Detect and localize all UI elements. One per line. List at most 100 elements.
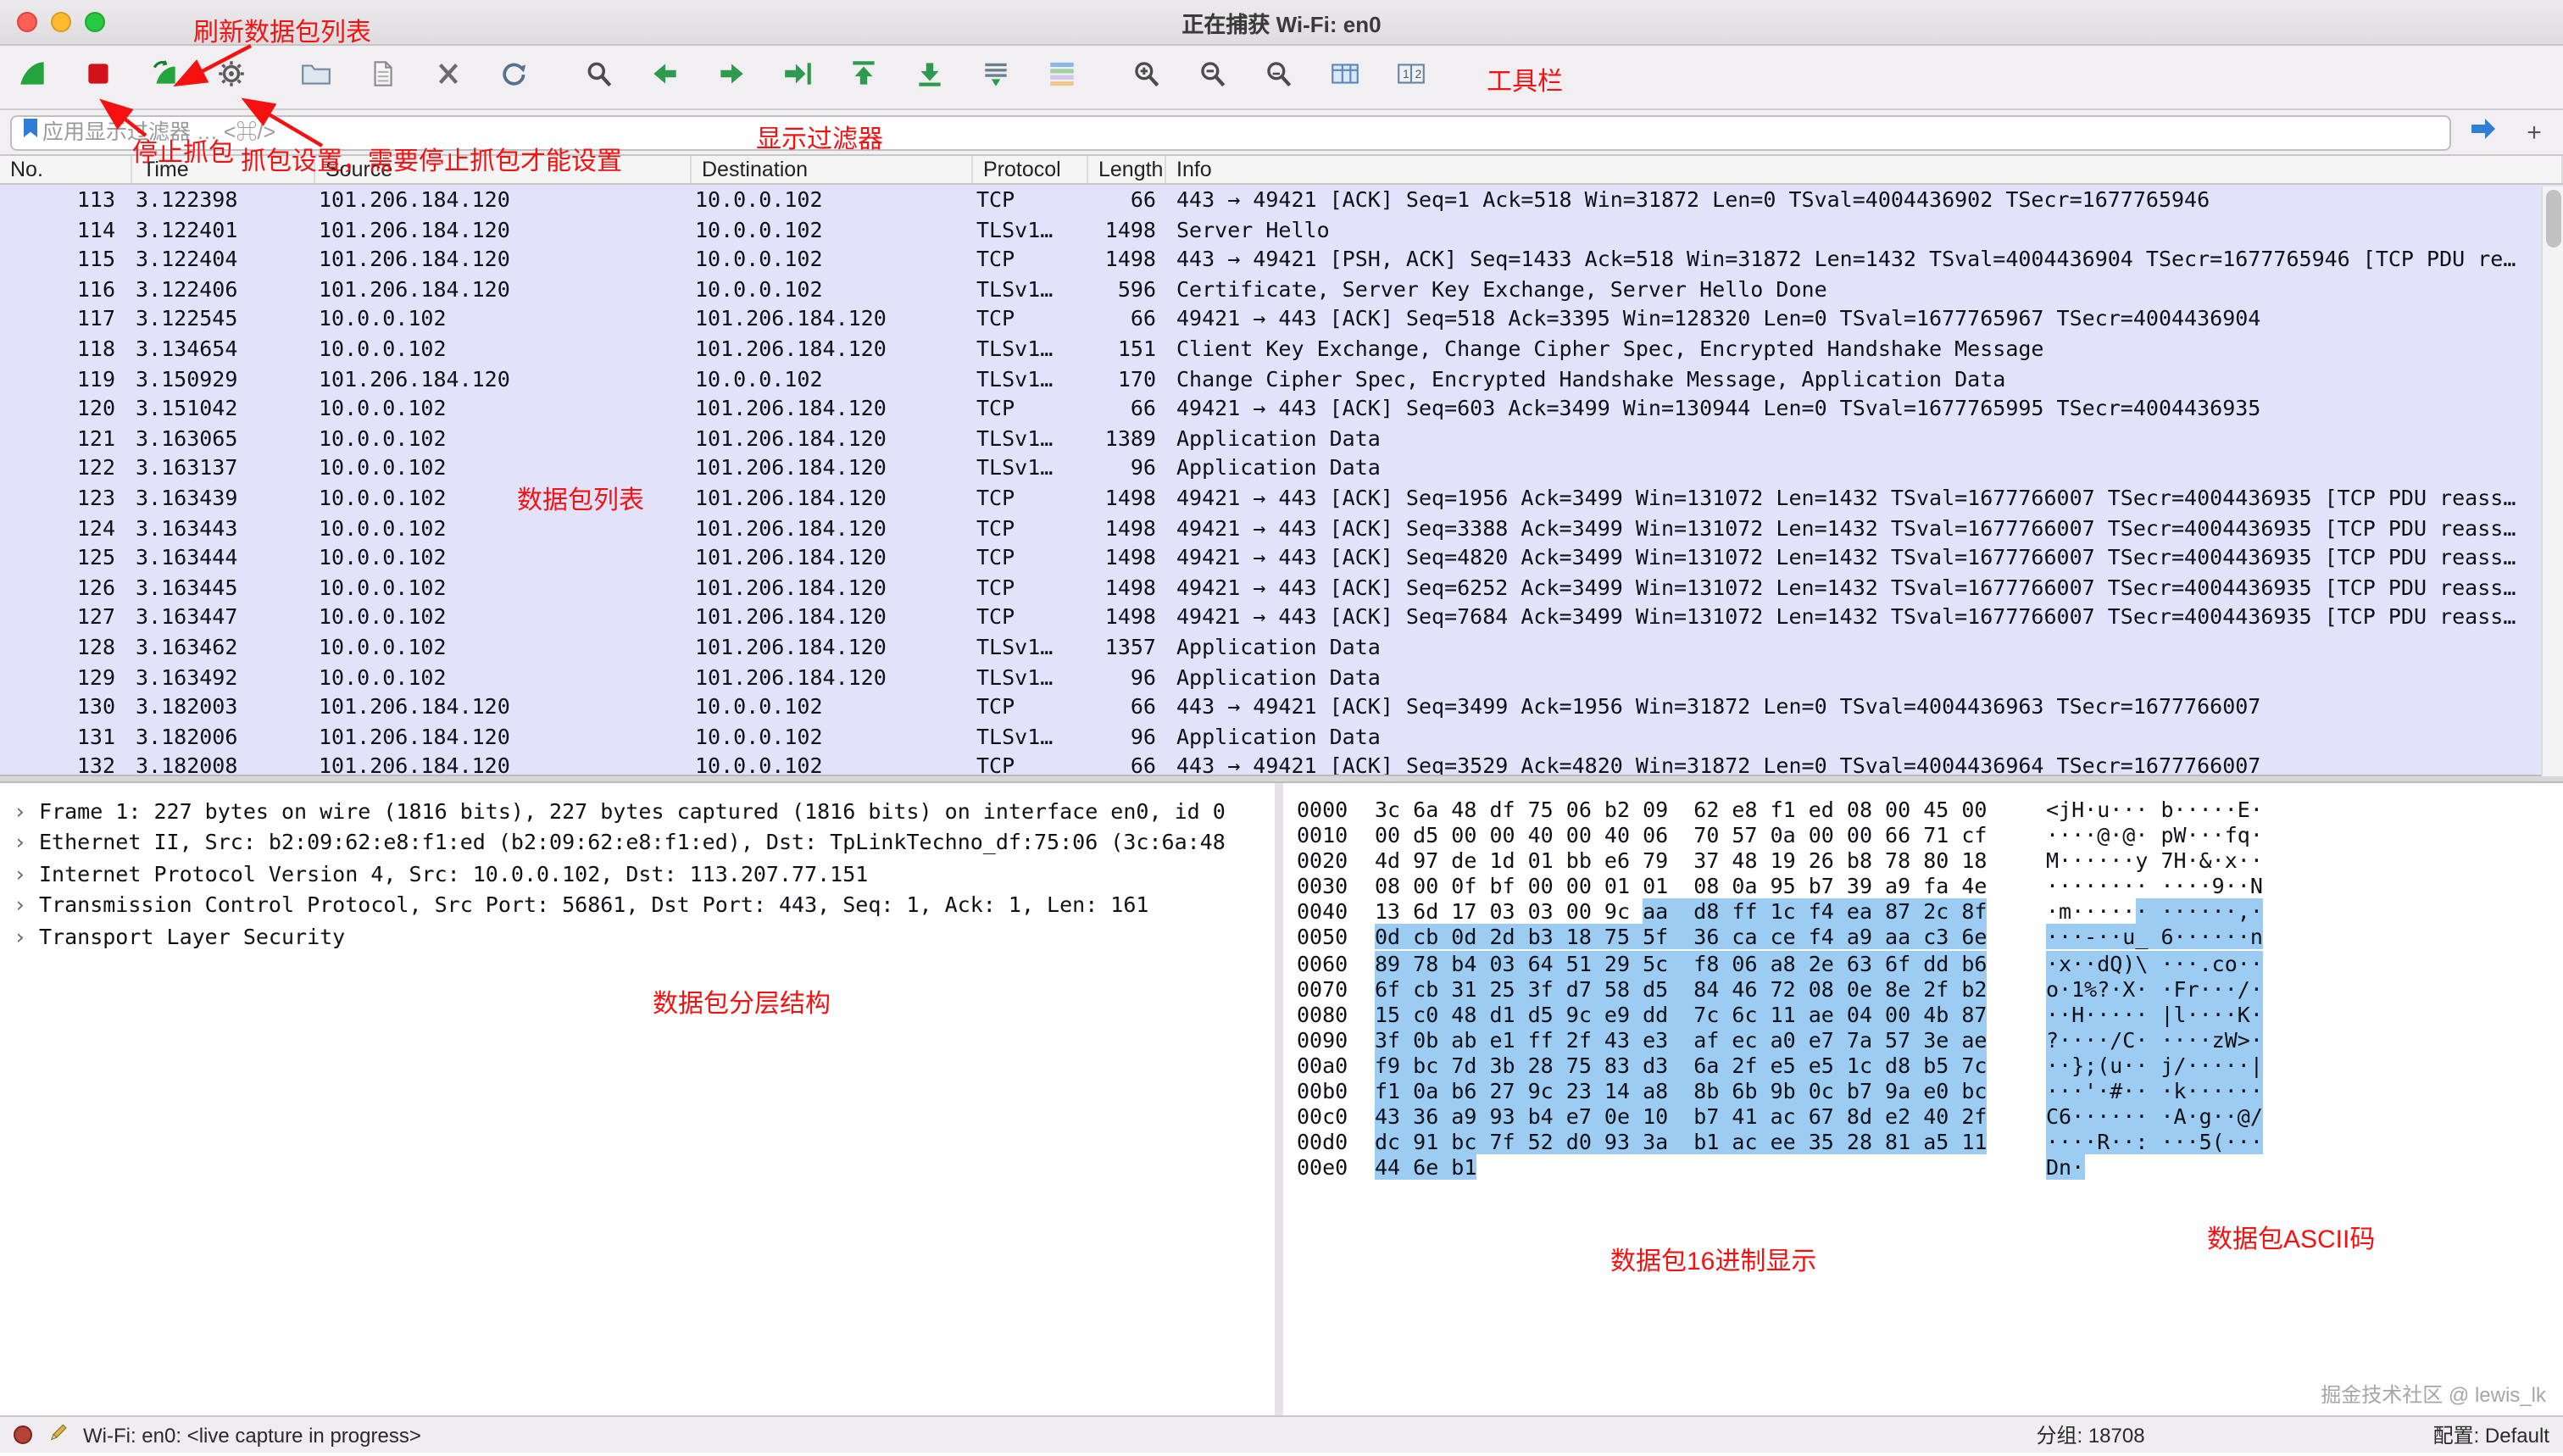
hex-selection[interactable]: 43 36 a9 93 b4 e7 0e 10 b7 41 ac 67 8d e… (1375, 1103, 1987, 1129)
chevron-right-icon[interactable]: › (14, 921, 39, 953)
packet-row[interactable]: 118 3.134654 10.0.0.102 101.206.184.120 … (0, 334, 2563, 364)
ascii-selection[interactable]: ···'·#·· ·k······ (2046, 1078, 2263, 1103)
filter-apply-button[interactable] (2461, 114, 2505, 150)
packet-row[interactable]: 130 3.182003 101.206.184.120 10.0.0.102 … (0, 692, 2563, 721)
ascii-selection[interactable]: C6······ ·A·g··@/ (2046, 1103, 2263, 1129)
find-packet-button[interactable] (573, 54, 624, 100)
go-to-packet-button[interactable] (771, 54, 822, 100)
ascii-bytes[interactable]: ··};(u·· j/·····| (2046, 1053, 2263, 1078)
zoom-100-button[interactable] (1253, 54, 1304, 100)
packet-row[interactable]: 125 3.163444 10.0.0.102 101.206.184.120 … (0, 542, 2563, 572)
hex-row[interactable]: 00d0dc 91 bc 7f 52 d0 93 3a b1 ac ee 35 … (1297, 1129, 2563, 1154)
hex-bytes[interactable]: dc 91 bc 7f 52 d0 93 3a b1 ac ee 35 28 8… (1375, 1129, 2046, 1154)
layout-button[interactable]: 12 (1385, 54, 1436, 100)
hex-row[interactable]: 00e044 6e b1Dn· (1297, 1155, 2563, 1181)
ascii-bytes[interactable]: M······y 7H·&·x·· (2046, 847, 2263, 873)
detail-tree-line[interactable]: ›Transmission Control Protocol, Src Port… (0, 890, 1275, 921)
packet-list-scrollbar[interactable] (2541, 186, 2563, 776)
capture-comment-icon[interactable] (46, 1420, 69, 1450)
display-filter-input[interactable] (42, 120, 2449, 144)
hex-bytes[interactable]: 00 d5 00 00 40 00 40 06 70 57 0a 00 00 6… (1375, 822, 2046, 847)
col-protocol[interactable]: Protocol (973, 156, 1088, 183)
packet-row[interactable]: 115 3.122404 101.206.184.120 10.0.0.102 … (0, 244, 2563, 274)
hex-row[interactable]: 00204d 97 de 1d 01 bb e6 79 37 48 19 26 … (1297, 847, 2563, 873)
ascii-bytes[interactable]: ···'·#·· ·k······ (2046, 1078, 2263, 1103)
col-destination[interactable]: Destination (692, 156, 973, 183)
ascii-bytes[interactable]: <jH·u··· b·····E· (2046, 797, 2263, 822)
ascii-selection[interactable]: o·1%?·X· ·Fr···/· (2046, 975, 2263, 1001)
col-no[interactable]: No. (0, 156, 132, 183)
status-profile[interactable]: 配置: Default (2433, 1420, 2549, 1449)
hex-selection[interactable]: 89 78 b4 03 64 51 29 5c f8 06 a8 2e 63 6… (1375, 950, 1987, 975)
packet-row[interactable]: 128 3.163462 10.0.0.102 101.206.184.120 … (0, 632, 2563, 662)
col-info[interactable]: Info (1166, 156, 2563, 183)
start-capture-button[interactable] (7, 54, 58, 100)
hex-selection[interactable]: 0d cb 0d 2d b3 18 75 5f 36 ca ce f4 a9 a… (1375, 925, 1987, 950)
pane-splitter[interactable] (0, 775, 2563, 783)
packet-row[interactable]: 124 3.163443 10.0.0.102 101.206.184.120 … (0, 513, 2563, 542)
detail-tree-line[interactable]: ›Frame 1: 227 bytes on wire (1816 bits),… (0, 797, 1275, 828)
packet-row[interactable]: 119 3.150929 101.206.184.120 10.0.0.102 … (0, 364, 2563, 393)
detail-tree-line[interactable]: ›Transport Layer Security (0, 921, 1275, 953)
save-file-button[interactable] (356, 54, 407, 100)
hex-bytes[interactable]: 4d 97 de 1d 01 bb e6 79 37 48 19 26 b8 7… (1375, 847, 2046, 873)
ascii-selection[interactable]: ··H····· |l····K· (2046, 1002, 2263, 1027)
ascii-selection[interactable]: · ······,· (2135, 899, 2263, 925)
hex-row[interactable]: 00b0f1 0a b6 27 9c 23 14 a8 8b 6b 9b 0c … (1297, 1078, 2563, 1103)
packet-row[interactable]: 131 3.182006 101.206.184.120 10.0.0.102 … (0, 721, 2563, 751)
restart-capture-button[interactable] (139, 54, 190, 100)
ascii-bytes[interactable]: ·x··dQ)\ ···.co·· (2046, 950, 2263, 975)
hex-bytes[interactable]: 3c 6a 48 df 75 06 b2 09 62 e8 f1 ed 08 0… (1375, 797, 2046, 822)
ascii-selection[interactable]: ·x··dQ)\ ···.co·· (2046, 950, 2263, 975)
hex-bytes[interactable]: 08 00 0f bf 00 00 01 01 08 0a 95 b7 39 a… (1375, 874, 2046, 899)
stop-capture-button[interactable] (73, 54, 124, 100)
ascii-selection[interactable]: Dn· (2046, 1155, 2084, 1181)
hex-row[interactable]: 00003c 6a 48 df 75 06 b2 09 62 e8 f1 ed … (1297, 797, 2563, 822)
go-first-packet-button[interactable] (837, 54, 888, 100)
hex-selection[interactable]: dc 91 bc 7f 52 d0 93 3a b1 ac ee 35 28 8… (1375, 1129, 1987, 1154)
packet-row[interactable]: 129 3.163492 10.0.0.102 101.206.184.120 … (0, 662, 2563, 692)
chevron-right-icon[interactable]: › (14, 828, 39, 859)
colorize-button[interactable] (1036, 54, 1087, 100)
packet-row[interactable]: 122 3.163137 10.0.0.102 101.206.184.120 … (0, 453, 2563, 483)
detail-tree-line[interactable]: ›Ethernet II, Src: b2:09:62:e8:f1:ed (b2… (0, 828, 1275, 859)
resize-columns-button[interactable] (1319, 54, 1370, 100)
hex-row[interactable]: 006089 78 b4 03 64 51 29 5c f8 06 a8 2e … (1297, 950, 2563, 975)
hex-bytes[interactable]: 43 36 a9 93 b4 e7 0e 10 b7 41 ac 67 8d e… (1375, 1103, 2046, 1129)
ascii-bytes[interactable]: o·1%?·X· ·Fr···/· (2046, 975, 2263, 1001)
chevron-right-icon[interactable]: › (14, 890, 39, 921)
ascii-selection[interactable]: ?····/C· ····zW>· (2046, 1027, 2263, 1053)
go-last-packet-button[interactable] (903, 54, 954, 100)
hex-row[interactable]: 00706f cb 31 25 3f d7 58 d5 84 46 72 08 … (1297, 975, 2563, 1001)
hex-bytes[interactable]: 6f cb 31 25 3f d7 58 d5 84 46 72 08 0e 8… (1375, 975, 2046, 1001)
bookmark-icon[interactable] (19, 115, 42, 149)
hex-bytes[interactable]: 44 6e b1 (1375, 1155, 2046, 1181)
hex-row[interactable]: 00a0f9 bc 7d 3b 28 75 83 d3 6a 2f e5 e5 … (1297, 1053, 2563, 1078)
go-forward-button[interactable] (705, 54, 756, 100)
filter-add-button[interactable]: + (2516, 114, 2553, 150)
capture-options-button[interactable] (205, 54, 256, 100)
ascii-selection[interactable]: ···-··u_ 6······n (2046, 925, 2263, 950)
ascii-bytes[interactable]: Dn· (2046, 1155, 2084, 1181)
ascii-bytes[interactable]: C6······ ·A·g··@/ (2046, 1103, 2263, 1129)
hex-selection[interactable]: 6f cb 31 25 3f d7 58 d5 84 46 72 08 0e 8… (1375, 975, 1987, 1001)
auto-scroll-button[interactable] (970, 54, 1020, 100)
hex-row[interactable]: 00c043 36 a9 93 b4 e7 0e 10 b7 41 ac 67 … (1297, 1103, 2563, 1129)
ascii-selection[interactable]: ··};(u·· j/·····| (2046, 1053, 2263, 1078)
hex-bytes[interactable]: 13 6d 17 03 03 00 9c aa d8 ff 1c f4 ea 8… (1375, 899, 2046, 925)
packet-row[interactable]: 116 3.122406 101.206.184.120 10.0.0.102 … (0, 275, 2563, 304)
go-back-button[interactable] (639, 54, 690, 100)
hex-selection[interactable]: f1 0a b6 27 9c 23 14 a8 8b 6b 9b 0c b7 9… (1375, 1078, 1987, 1103)
hex-selection[interactable]: 3f 0b ab e1 ff 2f 43 e3 af ec a0 e7 7a 5… (1375, 1027, 1987, 1053)
ascii-bytes[interactable]: ·m······ ······,· (2046, 899, 2263, 925)
expert-info-icon[interactable] (14, 1425, 32, 1444)
packet-row[interactable]: 120 3.151042 10.0.0.102 101.206.184.120 … (0, 393, 2563, 423)
hex-selection[interactable]: 15 c0 48 d1 d5 9c e9 dd 7c 6c 11 ae 04 0… (1375, 1002, 1987, 1027)
hex-selection[interactable]: f9 bc 7d 3b 28 75 83 d3 6a 2f e5 e5 1c d… (1375, 1053, 1987, 1078)
open-file-button[interactable] (290, 54, 341, 100)
packet-row[interactable]: 113 3.122398 101.206.184.120 10.0.0.102 … (0, 185, 2563, 214)
close-file-button[interactable] (422, 54, 473, 100)
chevron-right-icon[interactable]: › (14, 859, 39, 891)
zoom-in-button[interactable] (1120, 54, 1171, 100)
packet-row[interactable]: 121 3.163065 10.0.0.102 101.206.184.120 … (0, 424, 2563, 453)
